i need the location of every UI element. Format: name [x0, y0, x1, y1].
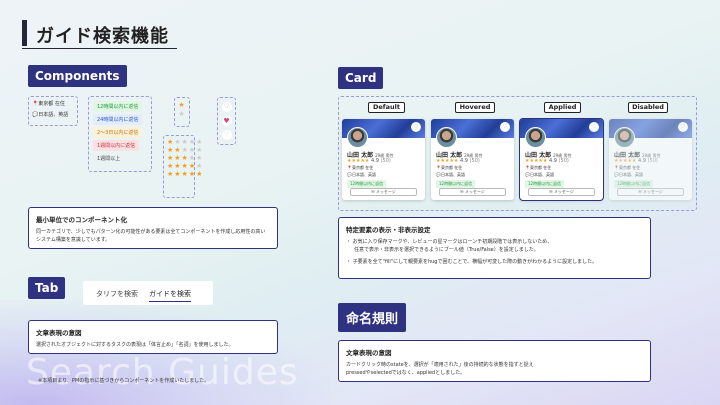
- heart-outline-icon[interactable]: ♡: [411, 122, 421, 132]
- guide-card-disabled: ♡ 山田 太郎 29歳 男性 ★★★★★ 4.9 (50) 📍東京都 在住 💬日本…: [609, 119, 692, 200]
- response-tag-24h: 24時間以内に返信: [93, 114, 143, 125]
- state-label-applied: Applied: [544, 102, 581, 113]
- tab-note-title: 文章表現の意図: [36, 329, 82, 337]
- response-tag-12h: 12時間以内に返信: [93, 101, 143, 112]
- response-tag-2-3d: 2〜3日以内に返信: [93, 127, 143, 138]
- response-tag: 12時間以内に返信: [614, 180, 654, 188]
- heart-outline-icon[interactable]: ♡: [500, 122, 510, 132]
- guide-language: 💬日本語、英語: [347, 172, 376, 177]
- guide-card-applied[interactable]: ♡ 山田 太郎 29歳 男性 ★★★★★ 4.9 (50) 📍東京都 在住 💬日本…: [519, 118, 604, 201]
- tab-heading: Tab: [28, 277, 66, 299]
- response-tag: 12時間以内に返信: [525, 180, 565, 188]
- guide-rating: ★★★★★ 4.9 (50): [525, 158, 569, 164]
- naming-note-line-1: カードクリック時のstateを、選択が「適用された」後の持続的な状態を指すと捉え: [346, 362, 534, 368]
- message-button[interactable]: ✉ メッセージ: [350, 188, 417, 196]
- page-title: ガイド検索機能: [36, 26, 169, 47]
- naming-heading: 命名規則: [338, 303, 407, 332]
- avatar: [347, 127, 368, 148]
- star-toggle-component: ★ ★: [174, 97, 190, 127]
- guide-location: 📍東京都 在住: [614, 165, 641, 170]
- guide-card-hovered[interactable]: ♡ 山田 太郎 29歳 男性 ★★★★★ 4.9 (50) 📍東京都 在住 💬日本…: [431, 119, 514, 200]
- tab-note-text: 選択されたオブジェクトに対するタスクの表現は「体言止め」「名詞」を使用しました。: [36, 342, 234, 348]
- heart-outline-icon: ♡: [678, 122, 688, 132]
- message-button: ✉ メッセージ: [617, 188, 684, 196]
- components-note: 最小単位でのコンポーネント化 同一カテゴリで、少しでもパターン化の可能性がある要…: [28, 207, 278, 249]
- response-tag-component: 12時間以内に返信 24時間以内に返信 2〜3日以内に返信 1週間以内に返信 1…: [88, 96, 152, 172]
- card-note-line-3: ・ 子要素を全て"fill"にして親要素をhugで囲むことで、横幅が可変した際の…: [346, 259, 598, 265]
- title-underline: [22, 48, 177, 49]
- heart-outline-icon[interactable]: ♡: [221, 102, 232, 112]
- star-empty-icon: ★: [178, 110, 186, 118]
- rating-3-star: ★★★★★: [167, 154, 204, 162]
- message-button[interactable]: ✉ メッセージ: [528, 188, 595, 196]
- star-rating-component: ★★★★★ ★★★★★ ★★★★★ ★★★★★ ★★★★★: [163, 135, 204, 198]
- guide-location: 📍東京都 在住: [347, 165, 374, 170]
- naming-note-line-2: pressedやselectedではなく、appliedとしました。: [346, 370, 466, 376]
- star-filled-icon: ★: [178, 101, 186, 109]
- title-accent-bar: [22, 20, 27, 46]
- response-tag-over-1w: 1週間以上: [97, 156, 121, 162]
- avatar: [436, 127, 457, 148]
- card-note-title: 特定要素の表示・非表示設定: [346, 226, 431, 234]
- response-tag: 12時間以内に返信: [347, 180, 387, 188]
- guide-rating: ★★★★★ 4.9 (50): [436, 158, 480, 164]
- card-note-line-1: ・ お気に入り保存マークや、レビューの星マークはローンチ初期段階では表示しないた…: [346, 239, 553, 245]
- watermark-text: Search Guides: [26, 352, 299, 393]
- heart-outline-icon[interactable]: ♡: [589, 122, 599, 132]
- avatar: [614, 127, 635, 148]
- guide-location: 📍東京都 在住: [525, 165, 552, 170]
- tab-tariff-search[interactable]: タリフを検索: [96, 289, 138, 299]
- guide-language: 💬日本語、英語: [436, 172, 465, 177]
- avatar: [525, 127, 546, 148]
- card-note-line-2: 任意で表示・非表示を選択できるようにブール値（True/False）を設定しまし…: [354, 247, 539, 253]
- naming-note-title: 文章表現の意図: [346, 349, 392, 357]
- rating-4-star: ★★★★★: [167, 162, 204, 170]
- rating-2-star: ★★★★★: [167, 146, 204, 154]
- rating-1-star: ★★★★★: [167, 138, 204, 146]
- naming-note: 文章表現の意図 カードクリック時のstateを、選択が「適用された」後の持続的な…: [338, 340, 651, 382]
- heart-filled-icon[interactable]: ♥: [221, 116, 232, 126]
- response-tag: 12時間以内に返信: [436, 180, 476, 188]
- card-note: 特定要素の表示・非表示設定 ・ お気に入り保存マークや、レビューの星マークはロー…: [338, 217, 651, 279]
- card-heading: Card: [338, 67, 384, 89]
- heart-disabled-icon: ♡: [221, 130, 232, 140]
- tab-bar: タリフを検索 ガイドを検索: [83, 281, 213, 305]
- response-tag-1w: 1週間以内に返信: [93, 140, 140, 151]
- location-text: 東京都 在住: [38, 101, 65, 107]
- guide-language: 💬日本語、英語: [614, 172, 643, 177]
- tab-guide-search[interactable]: ガイドを検索: [149, 289, 191, 302]
- favorite-toggle-component: ♡ ♥ ♡: [217, 97, 236, 145]
- guide-language: 💬日本語、英語: [525, 172, 554, 177]
- guide-rating: ★★★★★ 4.9 (50): [347, 158, 391, 164]
- guide-location: 📍東京都 在住: [436, 165, 463, 170]
- footnote: ※本項目より、PMの指示に基づきからコンポーネントを作成いたしました。: [38, 378, 210, 384]
- components-note-text: 同一カテゴリで、少しでもパターン化の可能性がある要素は全てコンポーネントを作成し…: [36, 229, 266, 243]
- components-note-title: 最小単位でのコンポーネント化: [36, 216, 127, 224]
- guide-card-default[interactable]: ♡ 山田 太郎 29歳 男性 ★★★★★ 4.9 (50) 📍東京都 在住 💬日本…: [342, 119, 425, 200]
- state-label-disabled: Disabled: [628, 102, 668, 113]
- rating-5-star: ★★★★★: [167, 170, 204, 178]
- profile-info-component: 📍東京都 在住 💬日本語、英語: [28, 96, 78, 126]
- message-button[interactable]: ✉ メッセージ: [439, 188, 506, 196]
- state-label-default: Default: [368, 102, 405, 113]
- language-row: 💬日本語、英語: [32, 111, 74, 118]
- language-text: 日本語、英語: [38, 112, 69, 118]
- tab-note: 文章表現の意図 選択されたオブジェクトに対するタスクの表現は「体言止め」「名詞」…: [28, 320, 278, 354]
- location-row: 📍東京都 在住: [32, 100, 74, 107]
- state-label-hovered: Hovered: [455, 102, 495, 113]
- guide-rating: ★★★★★ 4.9 (50): [614, 158, 658, 164]
- components-heading: Components: [28, 65, 127, 87]
